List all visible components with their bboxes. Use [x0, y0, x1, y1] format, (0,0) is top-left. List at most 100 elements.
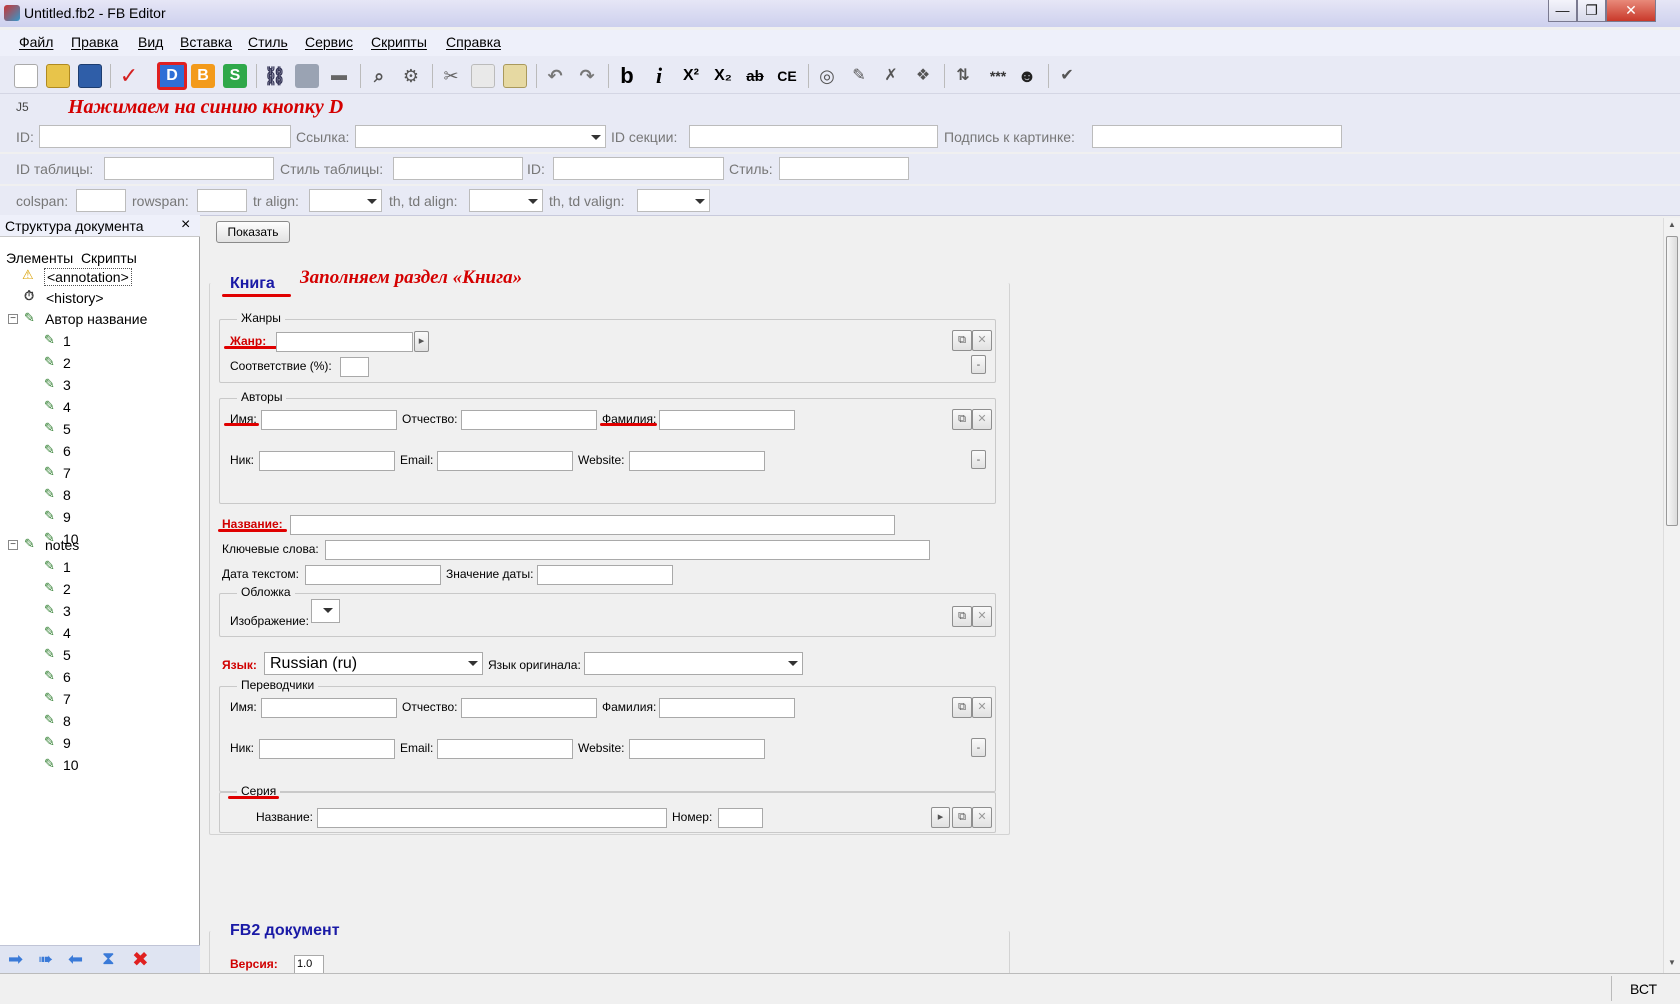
author-last-name-input[interactable] [659, 410, 795, 430]
open-folder-icon[interactable] [46, 64, 70, 88]
author-middle-name-input[interactable] [461, 410, 597, 430]
th-valign-select[interactable] [637, 189, 710, 212]
menu-edit[interactable]: Правка [71, 34, 118, 50]
stars-icon[interactable]: *** [983, 64, 1013, 88]
author-website-input[interactable] [629, 451, 765, 471]
remove-icon[interactable]: ✕ [972, 330, 992, 351]
remove-icon[interactable]: ✕ [972, 807, 992, 828]
move-right-icon[interactable]: ➠ [38, 949, 53, 970]
date-text-input[interactable] [305, 565, 441, 585]
d-button[interactable]: D [157, 62, 187, 90]
vertical-scrollbar[interactable]: ▲ ▼ [1663, 218, 1680, 973]
tree-child-item[interactable]: 1 [63, 333, 71, 349]
cut-icon[interactable]: ✂ [439, 64, 463, 88]
tree-child-item[interactable]: 9 [63, 735, 71, 751]
person-icon[interactable]: ☻ [1015, 64, 1039, 88]
tree-author-node[interactable]: Автор название [45, 311, 147, 327]
tree-child-item[interactable]: 4 [63, 399, 71, 415]
b-button[interactable]: B [191, 64, 215, 88]
section-icon[interactable]: ◎ [815, 64, 839, 88]
scroll-thumb[interactable] [1666, 236, 1678, 526]
duplicate-icon[interactable]: ⧉ [952, 606, 972, 627]
tree-child-item[interactable]: 2 [63, 581, 71, 597]
scroll-up-icon[interactable]: ▲ [1668, 220, 1676, 229]
translator-email-input[interactable] [437, 739, 573, 759]
translator-nick-input[interactable] [259, 739, 395, 759]
keywords-input[interactable] [325, 540, 930, 560]
genre-dropdown-button[interactable]: ▸ [414, 331, 429, 352]
subscript-icon[interactable]: X₂ [711, 64, 735, 88]
tree-child-item[interactable]: 8 [63, 713, 71, 729]
paste-icon[interactable] [503, 64, 527, 88]
collapse-icon[interactable]: − [8, 540, 18, 550]
date-value-input[interactable] [537, 565, 673, 585]
translator-first-name-input[interactable] [261, 698, 397, 718]
delete-section-icon[interactable]: ✗ [879, 64, 903, 88]
table-style-input[interactable] [393, 157, 523, 180]
bold-icon[interactable]: b [615, 64, 639, 88]
menu-help[interactable]: Справка [446, 34, 501, 50]
series-name-input[interactable] [317, 808, 667, 828]
link-icon[interactable]: ⛓ [263, 64, 287, 88]
table-row-id-input[interactable] [553, 157, 724, 180]
spellcheck-icon[interactable]: ✔ [1055, 64, 1079, 88]
match-input[interactable] [340, 357, 369, 377]
copy-icon[interactable] [471, 64, 495, 88]
duplicate-icon[interactable]: ⧉ [952, 409, 972, 430]
maximize-button[interactable]: ❐ [1577, 0, 1606, 22]
translator-middle-name-input[interactable] [461, 698, 597, 718]
tree-child-item[interactable]: 6 [63, 443, 71, 459]
language-select[interactable]: Russian (ru) [264, 652, 483, 675]
scroll-down-icon[interactable]: ▼ [1668, 958, 1676, 967]
tree-child-item[interactable]: 3 [63, 603, 71, 619]
author-email-input[interactable] [437, 451, 573, 471]
save-icon[interactable] [78, 64, 102, 88]
collapse-button[interactable]: - [971, 355, 986, 374]
book-title-input[interactable] [290, 515, 895, 535]
duplicate-icon[interactable]: ⧉ [952, 697, 972, 718]
genre-input[interactable] [276, 332, 413, 352]
caption-input[interactable] [1092, 125, 1342, 148]
tree-child-item[interactable]: 7 [63, 465, 71, 481]
remove-icon[interactable]: ✕ [972, 697, 992, 718]
strikethrough-icon[interactable]: ab [743, 64, 767, 88]
tree-child-item[interactable]: 1 [63, 559, 71, 575]
tree-child-item[interactable]: 10 [63, 757, 79, 773]
arrow-right-icon[interactable]: ➡ [8, 949, 23, 970]
find-icon[interactable]: ⌕ [367, 64, 391, 88]
hourglass-icon[interactable]: ⧗ [102, 948, 115, 969]
menu-style[interactable]: Стиль [248, 34, 288, 50]
show-button[interactable]: Показать [216, 221, 290, 243]
translator-website-input[interactable] [629, 739, 765, 759]
tree-child-item[interactable]: 4 [63, 625, 71, 641]
collapse-icon[interactable]: − [8, 314, 18, 324]
tree-history[interactable]: <history> [46, 290, 104, 306]
inline-image-icon[interactable]: ▬ [327, 64, 351, 88]
menu-scripts[interactable]: Скрипты [371, 34, 427, 50]
version-input[interactable]: 1.0 [294, 955, 324, 973]
tr-align-select[interactable] [309, 189, 382, 212]
source-language-select[interactable] [584, 652, 803, 675]
panel-close-icon[interactable]: × [181, 216, 190, 234]
superscript-icon[interactable]: X² [679, 64, 703, 88]
link-select[interactable] [355, 125, 606, 148]
collapse-button[interactable]: - [971, 738, 986, 757]
cover-image-select[interactable] [311, 599, 340, 623]
tree-child-item[interactable]: 8 [63, 487, 71, 503]
author-nick-input[interactable] [259, 451, 395, 471]
edit-section-icon[interactable]: ✎ [847, 64, 871, 88]
close-button[interactable]: ✕ [1606, 0, 1656, 22]
table-id-input[interactable] [104, 157, 274, 180]
menu-insert[interactable]: Вставка [180, 34, 232, 50]
tree-child-item[interactable]: 5 [63, 421, 71, 437]
tree-child-item[interactable]: 9 [63, 509, 71, 525]
menu-service[interactable]: Сервис [305, 34, 353, 50]
arrow-left-icon[interactable]: ⬅ [68, 949, 83, 970]
image-icon[interactable] [295, 64, 319, 88]
rowspan-input[interactable] [197, 189, 247, 212]
translator-last-name-input[interactable] [659, 698, 795, 718]
menu-file[interactable]: Файл [19, 34, 53, 50]
s-button[interactable]: S [223, 64, 247, 88]
author-first-name-input[interactable] [261, 410, 397, 430]
id-input[interactable] [39, 125, 291, 148]
